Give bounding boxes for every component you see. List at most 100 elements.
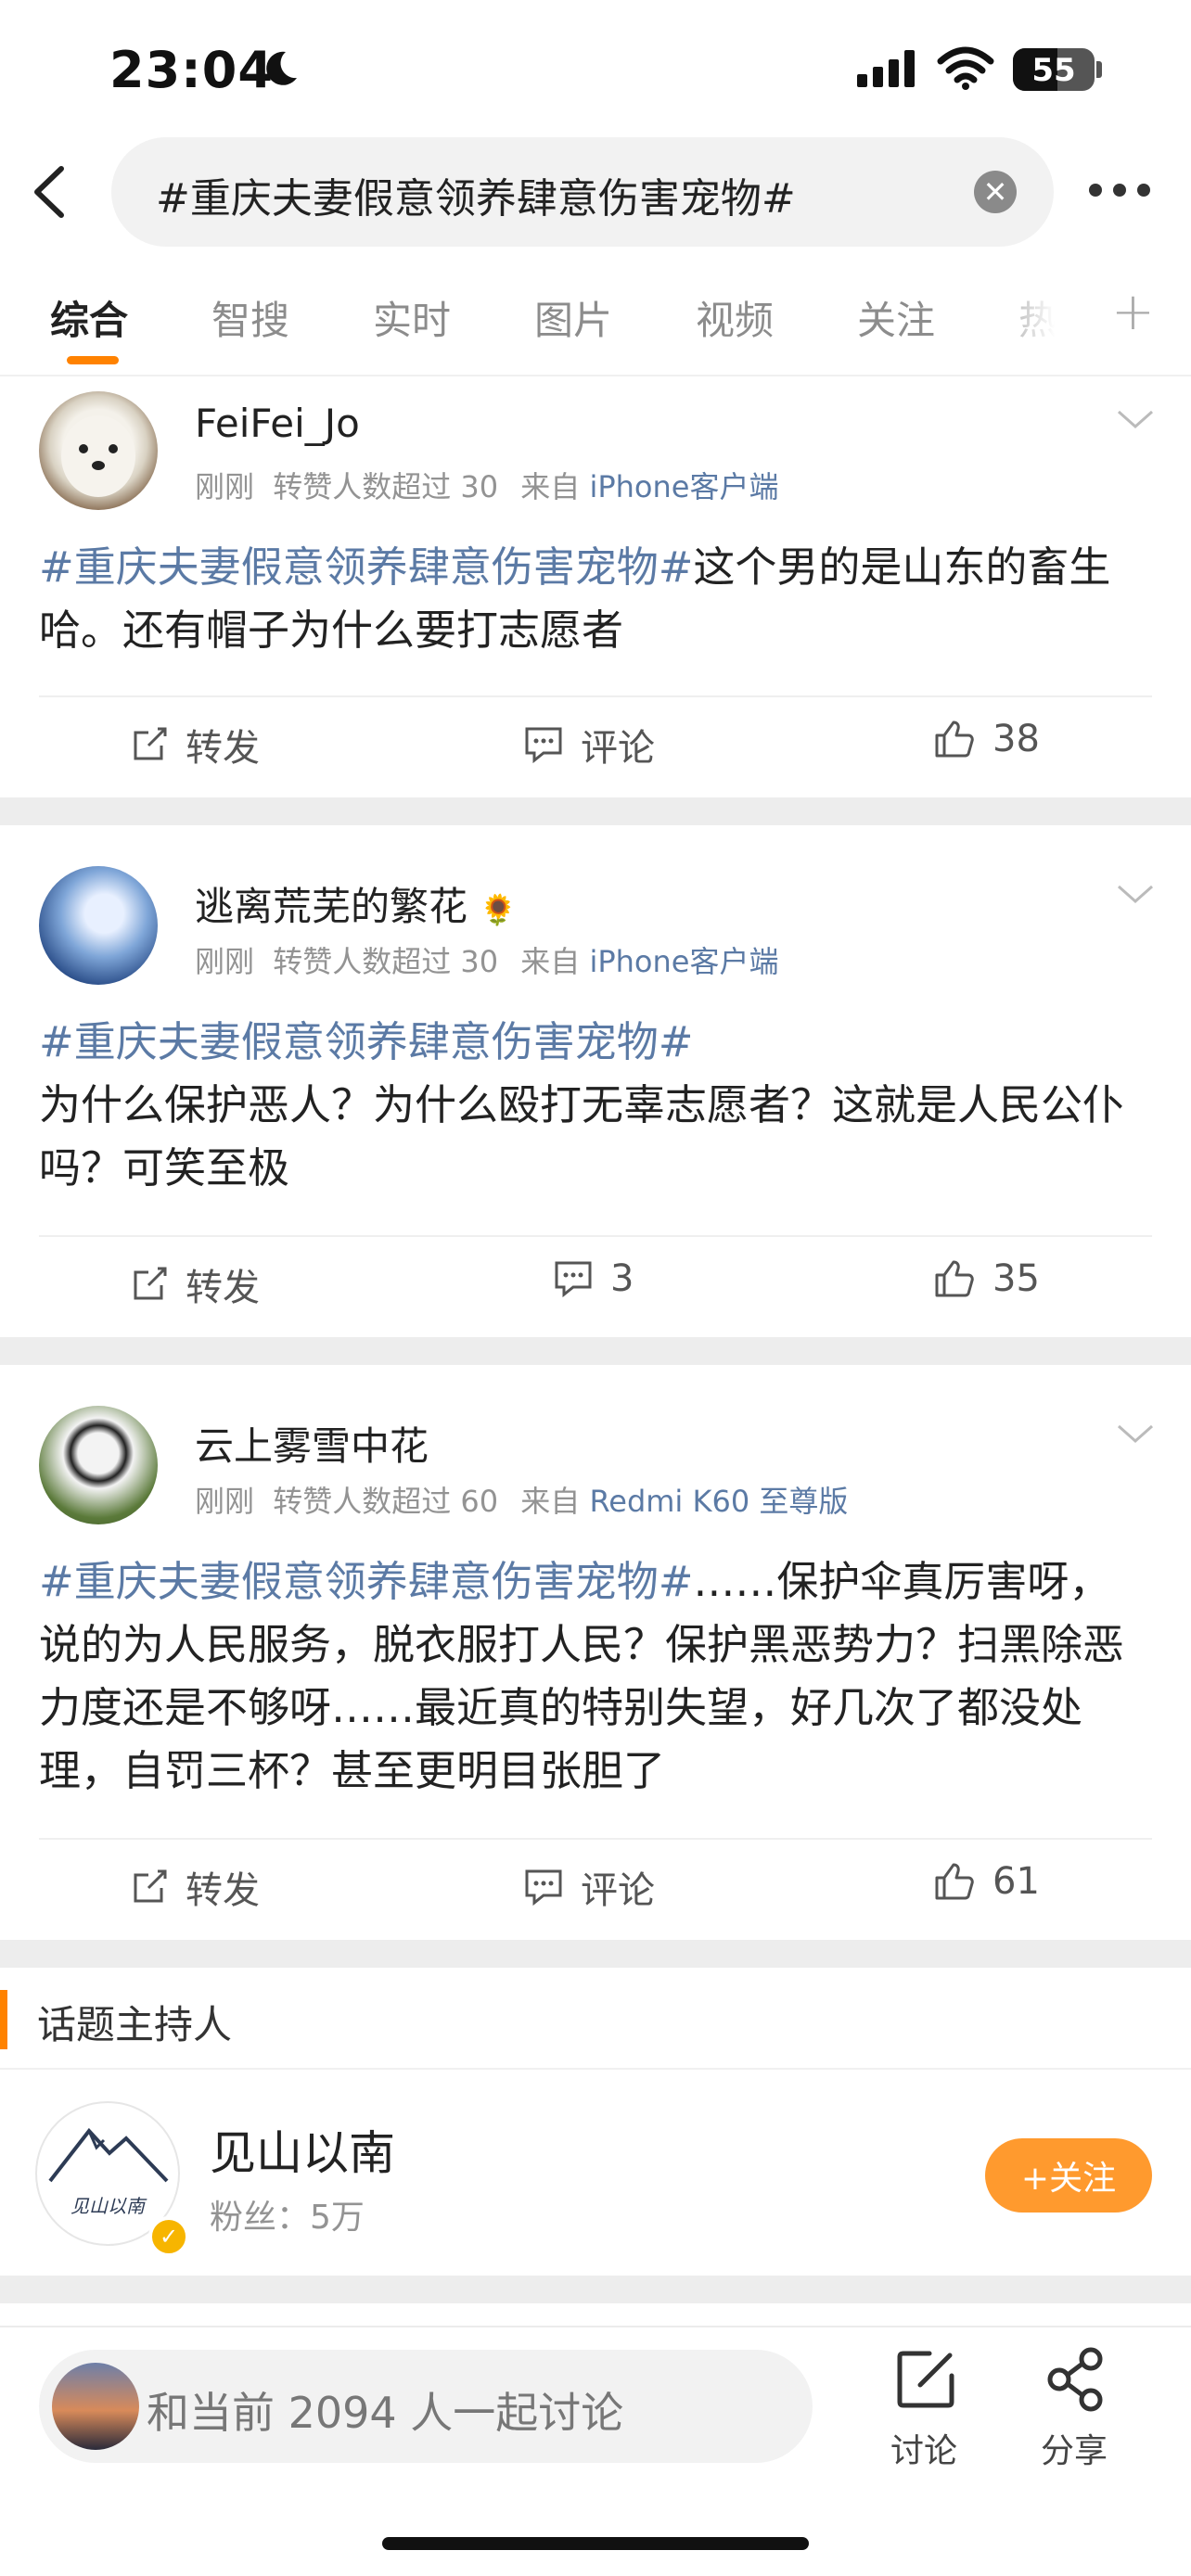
post-author[interactable]: 云上雾雪中花 <box>195 1415 429 1472</box>
post-topic-link[interactable]: #重庆夫妻假意领养肆意伤害宠物# <box>39 1557 693 1606</box>
like-count: 35 <box>992 1257 1040 1300</box>
post-author[interactable]: FeiFei_Jo <box>195 401 360 446</box>
tab-realtime[interactable]: 实时 <box>373 289 451 346</box>
section-accent-bar <box>0 1990 7 2049</box>
comment-icon <box>555 1261 592 1298</box>
host-fans: 粉丝：5万 <box>210 2199 365 2237</box>
sunflower-badge-icon: 🌻 <box>480 892 518 927</box>
tab-videos[interactable]: 视频 <box>696 289 774 346</box>
section-gap <box>0 1337 1191 1365</box>
thumbs-up-icon <box>935 721 974 758</box>
share-icon[interactable] <box>1043 2346 1109 2413</box>
tab-comprehensive[interactable]: 综合 <box>50 289 128 346</box>
clear-search-icon[interactable]: ✕ <box>974 171 1017 213</box>
post-content: #重庆夫妻假意领养肆意伤害宠物#这个男的是山东的畜生哈。还有帽子为什么要打志愿者 <box>39 536 1152 662</box>
post-author[interactable]: 逃离荒芜的繁花 🌻 <box>195 875 517 932</box>
share-button-label[interactable]: 分享 <box>1041 2424 1108 2472</box>
comment-button[interactable]: 3 <box>553 1257 634 1300</box>
post-source-prefix: 来自 <box>520 1484 581 1519</box>
wifi-icon <box>937 46 994 90</box>
thumbs-up-icon <box>935 1260 974 1297</box>
comment-button[interactable]: 评论 <box>523 1860 655 1914</box>
host-section-title: 话题主持人 <box>37 2002 233 2047</box>
tab-following[interactable]: 关注 <box>857 289 935 346</box>
post-repost-info: 转赞人数超过 30 <box>273 944 499 979</box>
post-author-name: 逃离荒芜的繁花 <box>195 884 468 929</box>
post-meta: 刚刚 转赞人数超过 30 来自 iPhone客户端 <box>195 938 778 981</box>
tab-fade <box>983 278 1085 352</box>
comment-icon <box>525 1869 562 1906</box>
post-time: 刚刚 <box>195 469 255 504</box>
tab-images[interactable]: 图片 <box>534 289 612 346</box>
status-time: 23:04 <box>109 41 274 99</box>
like-count: 38 <box>992 718 1040 760</box>
follow-button[interactable]: +关注 <box>985 2138 1152 2213</box>
post-source-prefix: 来自 <box>520 944 581 979</box>
chevron-down-icon[interactable] <box>1115 408 1156 430</box>
active-tab-indicator <box>67 356 119 364</box>
host-name[interactable]: 见山以南 <box>210 2116 395 2183</box>
comment-label: 评论 <box>581 1869 655 1912</box>
repost-button[interactable]: 转发 <box>130 718 260 772</box>
home-indicator[interactable] <box>382 2537 809 2550</box>
dog-avatar-icon <box>61 415 135 497</box>
post-divider <box>39 1838 1152 1840</box>
comment-icon <box>525 727 562 764</box>
add-tab-icon[interactable]: + <box>1111 282 1155 342</box>
post-meta: 刚刚 转赞人数超过 60 来自 Redmi K60 至尊版 <box>195 1478 848 1521</box>
discuss-button-label[interactable]: 讨论 <box>890 2424 957 2472</box>
post-time: 刚刚 <box>195 1484 255 1519</box>
repost-button[interactable]: 转发 <box>130 1257 260 1311</box>
post-source[interactable]: iPhone客户端 <box>589 944 778 979</box>
discuss-placeholder: 和当前 2094 人一起讨论 <box>147 2388 624 2438</box>
user-avatar <box>52 2363 139 2450</box>
post-source[interactable]: iPhone客户端 <box>589 469 778 504</box>
compose-icon[interactable] <box>892 2346 959 2413</box>
repost-icon <box>134 1869 167 1903</box>
verified-badge-icon: ✓ <box>148 2216 189 2257</box>
tab-smart-search[interactable]: 智搜 <box>211 289 289 346</box>
host-divider <box>0 2068 1191 2070</box>
chevron-down-icon[interactable] <box>1115 1422 1156 1445</box>
section-gap <box>0 1940 1191 1968</box>
chevron-down-icon[interactable] <box>1115 883 1156 905</box>
post-divider <box>39 695 1152 697</box>
repost-button[interactable]: 转发 <box>130 1860 260 1914</box>
svg-text:见山以南: 见山以南 <box>70 2195 147 2217</box>
comment-count: 3 <box>610 1257 634 1300</box>
post-repost-info: 转赞人数超过 30 <box>273 469 499 504</box>
section-gap <box>0 2276 1191 2303</box>
like-button[interactable]: 38 <box>933 718 1040 760</box>
post-content: #重庆夫妻假意领养肆意伤害宠物# 为什么保护恶人？为什么殴打无辜志愿者？这就是人… <box>39 1011 1152 1200</box>
comment-button[interactable]: 评论 <box>523 718 655 772</box>
post-text: 为什么保护恶人？为什么殴打无辜志愿者？这就是人民公仆吗？可笑至极 <box>39 1080 1125 1192</box>
like-button[interactable]: 35 <box>933 1257 1040 1300</box>
avatar[interactable] <box>39 391 158 510</box>
moon-icon <box>266 51 297 85</box>
battery-icon: 55 <box>1013 48 1095 91</box>
repost-label: 转发 <box>186 1267 260 1309</box>
tabs-divider <box>0 375 1191 376</box>
like-count: 61 <box>992 1860 1040 1903</box>
post-time: 刚刚 <box>195 944 255 979</box>
comment-label: 评论 <box>581 727 655 770</box>
more-options-icon[interactable] <box>1089 184 1150 197</box>
post-divider <box>39 1235 1152 1237</box>
post-repost-info: 转赞人数超过 60 <box>273 1484 499 1519</box>
battery-level: 55 <box>1031 52 1076 89</box>
thumbs-up-icon <box>935 1863 974 1900</box>
post-source-prefix: 来自 <box>520 469 581 504</box>
post-topic-link[interactable]: #重庆夫妻假意领养肆意伤害宠物# <box>39 1011 1152 1074</box>
repost-icon <box>134 1267 167 1300</box>
post-meta: 刚刚 转赞人数超过 30 来自 iPhone客户端 <box>195 464 778 506</box>
section-gap <box>0 797 1191 825</box>
repost-label: 转发 <box>186 727 260 770</box>
post-content: #重庆夫妻假意领养肆意伤害宠物#……保护伞真厉害呀，说的为人民服务，脱衣服打人民… <box>39 1550 1152 1803</box>
avatar[interactable] <box>39 1406 158 1524</box>
battery-cap <box>1096 61 1102 78</box>
post-source[interactable]: Redmi K60 至尊版 <box>589 1484 848 1519</box>
post-topic-link[interactable]: #重庆夫妻假意领养肆意伤害宠物# <box>39 542 693 592</box>
avatar[interactable] <box>39 866 158 985</box>
like-button[interactable]: 61 <box>933 1860 1040 1903</box>
back-arrow-icon[interactable] <box>28 163 74 221</box>
